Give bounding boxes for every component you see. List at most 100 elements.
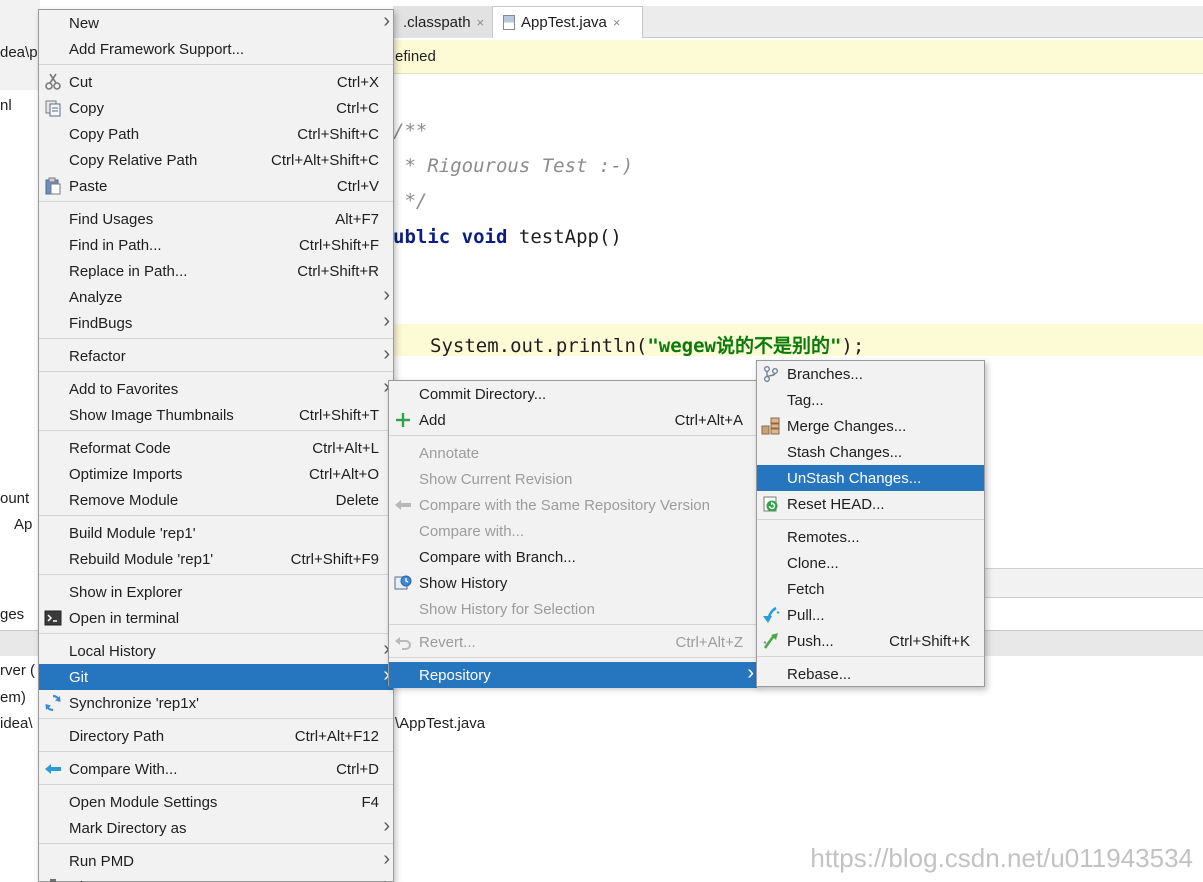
menu-item-add-to-favorites[interactable]: Add to Favorites › <box>39 376 393 402</box>
menu-item-compare-with-branch[interactable]: Compare with Branch... <box>389 544 757 570</box>
menu-item-find-usages[interactable]: Find Usages Alt+F7 <box>39 206 393 232</box>
menu-item-shortcut: Ctrl+Shift+R <box>297 262 379 280</box>
editor-tab-bar: .classpath × AppTest.java × <box>393 6 1203 38</box>
menu-item-shortcut: Ctrl+Alt+Shift+C <box>271 151 379 169</box>
menu-item-label: Build Module 'rep1' <box>69 524 196 542</box>
menu-item-show-current-revision[interactable]: Show Current Revision <box>389 466 757 492</box>
menu-item-shortcut: Ctrl+Alt+Z <box>675 633 743 651</box>
menu-item-pull[interactable]: Pull... <box>757 602 984 628</box>
editor-notification-bar: efined <box>393 40 1203 74</box>
tab-label: .classpath <box>403 13 471 31</box>
menu-item-label: Compare with the Same Repository Version <box>419 496 710 514</box>
menu-item-label: Add Framework Support... <box>69 40 245 58</box>
menu-item-shortcut: F4 <box>361 793 379 811</box>
menu-item-unstash-changes[interactable]: UnStash Changes... <box>757 465 984 491</box>
console-path: \AppTest.java <box>395 715 486 732</box>
merge-icon <box>761 417 781 435</box>
menu-item-git[interactable]: Git › <box>39 664 393 690</box>
menu-item-local-history[interactable]: Local History › <box>39 638 393 664</box>
menu-item-label: Directory Path <box>69 727 165 745</box>
menu-item-compare-with-the-same-repository-version[interactable]: Compare with the Same Repository Version <box>389 492 757 518</box>
menu-item-tag[interactable]: Tag... <box>757 387 984 413</box>
menu-item-stash-changes[interactable]: Stash Changes... <box>757 439 984 465</box>
menu-item-add[interactable]: Add Ctrl+Alt+A <box>389 407 757 433</box>
console-fragment: rver ( <box>0 662 35 679</box>
menu-item-label: Remove Module <box>69 491 179 509</box>
menu-item-diagrams[interactable]: Diagrams › <box>39 874 393 882</box>
menu-item-replace-in-path[interactable]: Replace in Path... Ctrl+Shift+R <box>39 258 393 284</box>
menu-item-label: Add <box>419 411 446 429</box>
menu-item-annotate[interactable]: Annotate <box>389 440 757 466</box>
tab-apptest-java[interactable]: AppTest.java × <box>493 6 643 38</box>
menu-item-revert[interactable]: Revert... Ctrl+Alt+Z <box>389 629 757 655</box>
menu-item-copy-relative-path[interactable]: Copy Relative Path Ctrl+Alt+Shift+C <box>39 147 393 173</box>
menu-item-analyze[interactable]: Analyze › <box>39 284 393 310</box>
menu-item-build-module-rep1[interactable]: Build Module 'rep1' <box>39 520 393 546</box>
menu-item-show-history[interactable]: Show History <box>389 570 757 596</box>
menu-item-label: Rebase... <box>787 665 852 683</box>
menu-item-copy-path[interactable]: Copy Path Ctrl+Shift+C <box>39 121 393 147</box>
menu-item-optimize-imports[interactable]: Optimize Imports Ctrl+Alt+O <box>39 461 393 487</box>
menu-item-compare-with[interactable]: Compare with... <box>389 518 757 544</box>
menu-item-synchronize-rep1x[interactable]: Synchronize 'rep1x' <box>39 690 393 716</box>
menu-item-add-framework-support[interactable]: Add Framework Support... <box>39 36 393 62</box>
menu-item-find-in-path[interactable]: Find in Path... Ctrl+Shift+F <box>39 232 393 258</box>
menu-item-label: Add to Favorites <box>69 380 179 398</box>
menu-item-label: Cut <box>69 73 93 91</box>
close-icon[interactable]: × <box>613 15 621 30</box>
chevron-right-icon: › <box>383 848 390 870</box>
menu-item-open-in-terminal[interactable]: Open in terminal <box>39 605 393 631</box>
menu-item-cut[interactable]: Cut Ctrl+X <box>39 69 393 95</box>
menu-item-label: Open in terminal <box>69 609 180 627</box>
menu-item-run-pmd[interactable]: Run PMD › <box>39 848 393 874</box>
menu-item-label: Branches... <box>787 365 863 383</box>
menu-item-rebase[interactable]: Rebase... <box>757 661 984 687</box>
menu-item-remove-module[interactable]: Remove Module Delete <box>39 487 393 513</box>
menu-item-label: Copy Path <box>69 125 140 143</box>
menu-item-show-image-thumbnails[interactable]: Show Image Thumbnails Ctrl+Shift+T <box>39 402 393 428</box>
revert-icon <box>393 633 413 651</box>
close-icon[interactable]: × <box>477 15 485 30</box>
menu-item-copy[interactable]: Copy Ctrl+C <box>39 95 393 121</box>
menu-item-label: Copy <box>69 99 105 117</box>
menu-item-label: Tag... <box>787 391 824 409</box>
menu-item-merge-changes[interactable]: Merge Changes... <box>757 413 984 439</box>
menu-item-compare-with[interactable]: Compare With... Ctrl+D <box>39 756 393 782</box>
chevron-right-icon: › <box>383 815 390 837</box>
menu-item-push[interactable]: Push... Ctrl+Shift+K <box>757 628 984 654</box>
menu-item-clone[interactable]: Clone... <box>757 550 984 576</box>
tab-classpath[interactable]: .classpath × <box>393 6 493 38</box>
project-tree-fragment: ges <box>0 606 25 623</box>
menu-item-show-history-for-selection[interactable]: Show History for Selection <box>389 596 757 622</box>
menu-item-open-module-settings[interactable]: Open Module Settings F4 <box>39 789 393 815</box>
menu-item-paste[interactable]: Paste Ctrl+V <box>39 173 393 199</box>
menu-item-reformat-code[interactable]: Reformat Code Ctrl+Alt+L <box>39 435 393 461</box>
menu-item-directory-path[interactable]: Directory Path Ctrl+Alt+F12 <box>39 723 393 749</box>
code-line: */ <box>393 190 428 212</box>
menu-item-label: Find in Path... <box>69 236 162 254</box>
compare-icon <box>43 760 63 778</box>
menu-item-mark-directory-as[interactable]: Mark Directory as › <box>39 815 393 841</box>
menu-item-label: Diagrams <box>69 879 133 882</box>
chevron-right-icon: › <box>747 662 754 684</box>
menu-item-reset-head[interactable]: Reset HEAD... <box>757 491 984 517</box>
menu-item-refactor[interactable]: Refactor › <box>39 343 393 369</box>
menu-item-remotes[interactable]: Remotes... <box>757 524 984 550</box>
menu-item-label: Optimize Imports <box>69 465 183 483</box>
scissors-icon <box>43 73 63 91</box>
menu-item-branches[interactable]: Branches... <box>757 361 984 387</box>
menu-item-fetch[interactable]: Fetch <box>757 576 984 602</box>
menu-item-label: Find Usages <box>69 210 154 228</box>
menu-item-repository[interactable]: Repository › <box>389 662 757 688</box>
code-line: System.out.println("wegew说的不是别的"); <box>430 335 865 357</box>
menu-item-findbugs[interactable]: FindBugs › <box>39 310 393 336</box>
menu-item-show-in-explorer[interactable]: Show in Explorer <box>39 579 393 605</box>
menu-item-shortcut: Ctrl+Shift+F9 <box>290 550 379 568</box>
menu-item-label: Analyze <box>69 288 123 306</box>
menu-item-label: Paste <box>69 177 108 195</box>
diagram-icon <box>43 878 63 882</box>
menu-item-new[interactable]: New › <box>39 10 393 36</box>
menu-item-commit-directory[interactable]: Commit Directory... <box>389 381 757 407</box>
menu-item-rebuild-module-rep1[interactable]: Rebuild Module 'rep1' Ctrl+Shift+F9 <box>39 546 393 572</box>
project-tree-fragment: ount <box>0 490 30 507</box>
